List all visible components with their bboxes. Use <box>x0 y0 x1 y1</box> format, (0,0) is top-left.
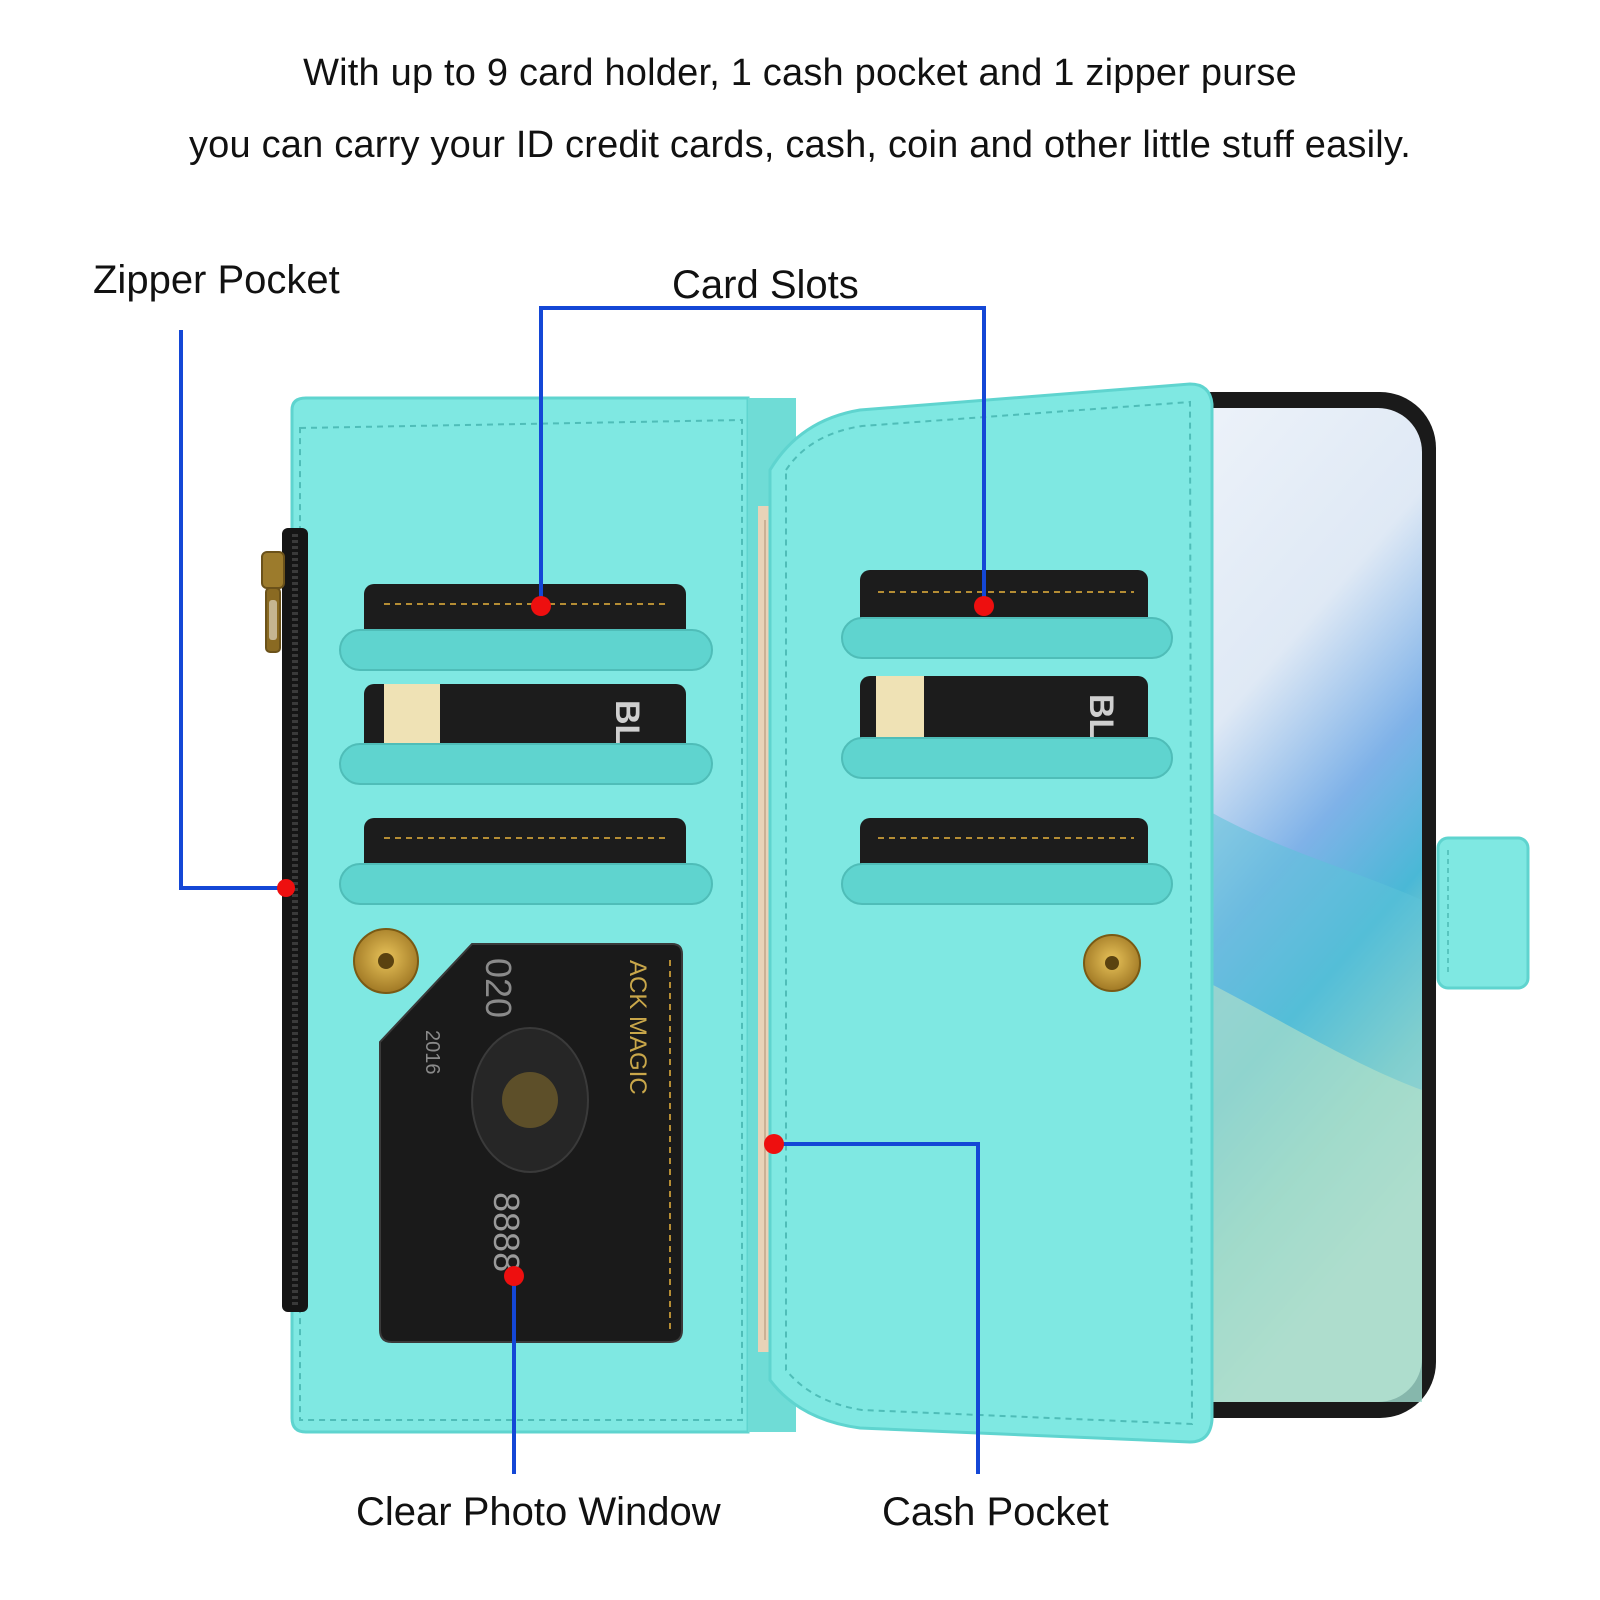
wallet-product-photo: BL BL BL <box>179 306 1530 1474</box>
card-slot: BL <box>339 584 713 671</box>
card-brand-text: BL <box>608 700 646 745</box>
card-number-bottom: 8888 <box>486 1192 527 1272</box>
right-card-slots: BL <box>841 570 1173 905</box>
card-slot <box>339 818 713 905</box>
card-magic-text: ACK MAGIC <box>624 960 651 1095</box>
clear-photo-window: ACK MAGIC 020 2016 8888 <box>379 943 683 1343</box>
card-brand-text: BL <box>1082 694 1120 739</box>
cash-pocket-label: Cash Pocket <box>882 1490 1109 1534</box>
wrist-strap-tab <box>1436 836 1530 990</box>
clear-photo-window-label: Clear Photo Window <box>356 1490 721 1534</box>
card-number-top: 020 <box>478 958 519 1018</box>
left-card-slots: BL BL <box>339 584 713 905</box>
zipper-pull-icon <box>261 551 285 653</box>
card-year: 2016 <box>421 1030 443 1075</box>
card-slot <box>841 818 1173 905</box>
card-slot: BL <box>841 676 1173 779</box>
right-wallet-panel <box>768 382 1214 1444</box>
zipper-pocket <box>261 528 308 1312</box>
card-slots-label: Card Slots <box>672 263 859 307</box>
card-slot <box>841 570 1173 659</box>
card-slot: BL <box>339 684 713 785</box>
zipper-pocket-label: Zipper Pocket <box>93 258 340 302</box>
magnetic-snap-icon <box>1083 934 1141 992</box>
magnetic-snap-icon <box>353 928 419 994</box>
